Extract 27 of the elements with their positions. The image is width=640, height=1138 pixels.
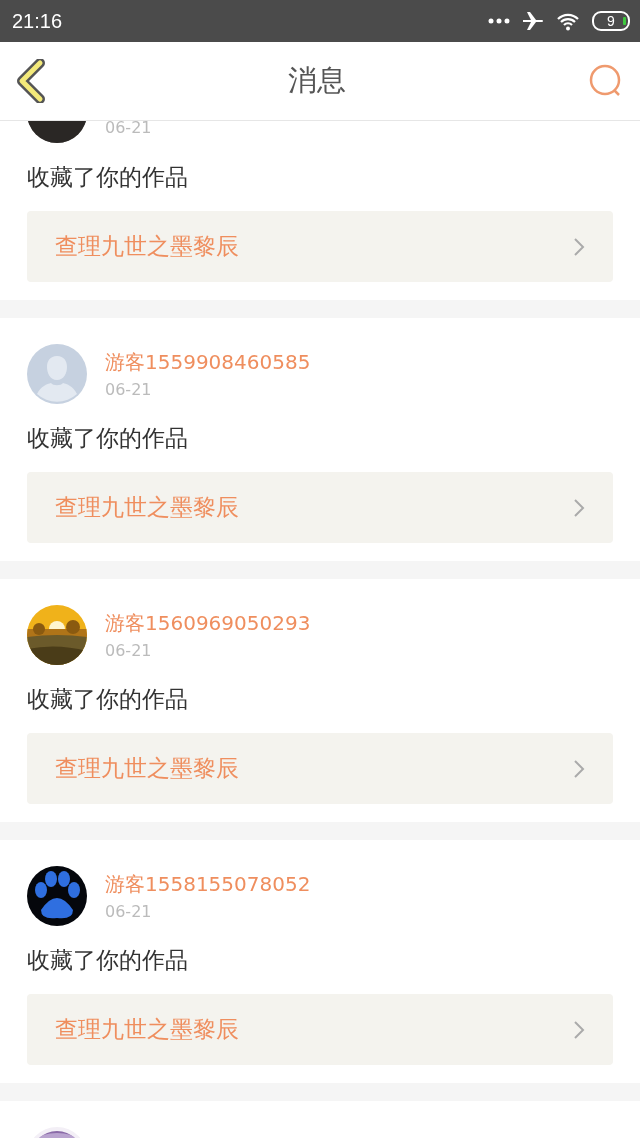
chevron-right-icon — [573, 497, 585, 518]
message-text: 收藏了你的作品 — [27, 685, 189, 714]
message-date: 06-21 — [105, 902, 153, 921]
user-name[interactable]: 游客1560969050293 — [105, 610, 311, 637]
message-text: 收藏了你的作品 — [27, 946, 189, 975]
work-link[interactable]: 查理九世之墨黎辰 — [27, 733, 613, 804]
avatar-icon — [27, 344, 87, 404]
back-button[interactable] — [16, 59, 46, 103]
chevron-right-icon — [573, 236, 585, 257]
battery-icon: 9 — [592, 11, 630, 31]
work-link[interactable]: 查理九世之墨黎辰 — [27, 994, 613, 1065]
chevron-right-icon — [573, 758, 585, 779]
wifi-icon — [556, 11, 580, 31]
clock-time: 21:16 — [12, 9, 63, 33]
work-link[interactable]: 查理九世之墨黎辰 — [27, 472, 613, 543]
message-date: 06-21 — [105, 121, 152, 137]
airplane-icon — [522, 11, 544, 31]
message-date: 06-21 — [105, 380, 153, 399]
message-text: 收藏了你的作品 — [27, 163, 189, 192]
chevron-right-icon — [573, 1019, 585, 1040]
message-date: 06-21 — [105, 641, 153, 660]
user-name[interactable]: 游客1559908460585 — [105, 349, 311, 376]
work-link[interactable]: 查理九世之墨黎辰 — [27, 211, 613, 282]
more-dots-icon — [488, 18, 510, 24]
user-name[interactable]: 游客1558155078052 — [105, 871, 311, 898]
message-text: 收藏了你的作品 — [27, 424, 189, 453]
page-title: 消息 — [288, 62, 346, 99]
